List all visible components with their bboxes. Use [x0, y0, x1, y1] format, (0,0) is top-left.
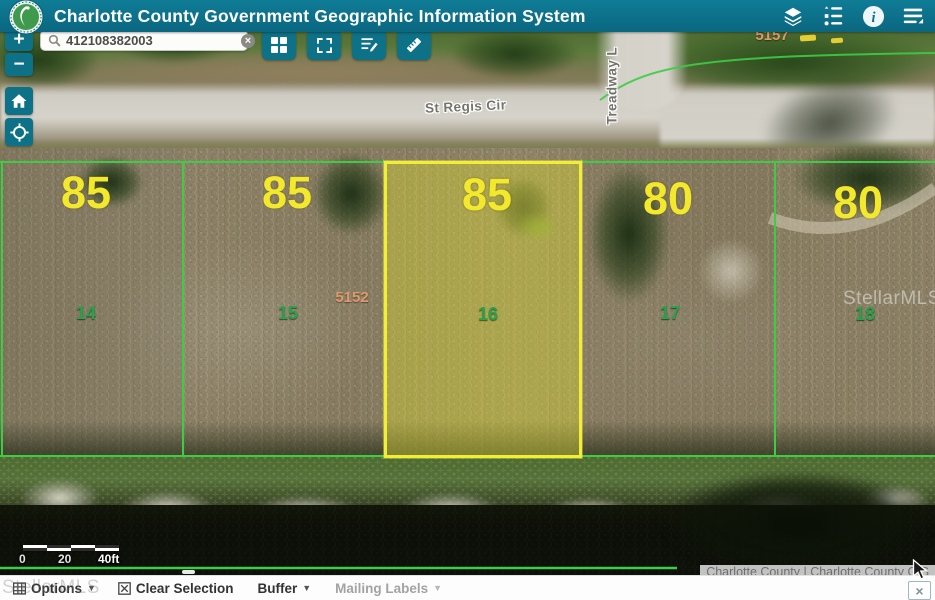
- table-grid-icon: [13, 582, 26, 595]
- charlotte-county-seal-logo: [8, 0, 44, 35]
- stellar-mls-watermark: StellarMLS: [843, 288, 935, 310]
- select-rectangle-icon: [317, 38, 332, 53]
- scrollbar-thumb[interactable]: [182, 570, 195, 574]
- parcel-width-label: 80: [613, 176, 723, 221]
- info-icon[interactable]: i: [861, 4, 885, 28]
- mailing-labels-menu-button[interactable]: Mailing Labels ▼: [335, 581, 442, 596]
- clear-search-icon[interactable]: ×: [241, 34, 255, 48]
- clear-selection-button[interactable]: Clear Selection: [118, 581, 234, 596]
- chevron-down-icon: ▼: [433, 583, 442, 593]
- selection-toolbar: Options ▼ Clear Selection Buffer ▼ Maili…: [0, 575, 935, 600]
- minus-icon: −: [13, 54, 24, 76]
- lot-number-label: 16: [458, 305, 518, 323]
- options-label: Options: [31, 581, 82, 596]
- basemap-gallery-button[interactable]: [262, 30, 296, 60]
- measure-button[interactable]: [397, 30, 431, 60]
- mailing-labels-label: Mailing Labels: [335, 581, 428, 596]
- chevron-down-icon: ▼: [302, 583, 311, 593]
- close-icon: ×: [915, 583, 923, 599]
- parcel-id-label: 5152: [317, 290, 387, 305]
- home-icon: [10, 92, 28, 110]
- measure-ruler-icon: [404, 35, 424, 55]
- parcel-width-label: 85: [232, 170, 342, 215]
- parcel-width-label: 85: [432, 172, 542, 217]
- legend-list-icon[interactable]: [821, 4, 845, 28]
- edit-attribute-list-button[interactable]: [352, 30, 386, 60]
- svg-text:i: i: [871, 9, 875, 25]
- parcel-width-label: 85: [31, 170, 141, 215]
- lot-number-label: 17: [640, 304, 700, 322]
- scale-bar: [23, 545, 119, 551]
- scale-tick: 20: [58, 552, 71, 566]
- gis-application-window: 85 85 85 80 80 14 15 16 17 18 5152 5157 …: [0, 0, 935, 600]
- menu-icon[interactable]: [901, 4, 925, 28]
- aerial-map-canvas[interactable]: 85 85 85 80 80 14 15 16 17 18 5152 5157 …: [0, 0, 935, 575]
- my-location-button[interactable]: [5, 118, 33, 146]
- lot-number-label: 14: [56, 304, 116, 322]
- scale-tick: 0: [19, 552, 26, 566]
- clear-selection-icon: [118, 582, 131, 595]
- close-panel-button[interactable]: ×: [908, 581, 931, 600]
- chevron-down-icon: ▼: [87, 583, 96, 593]
- app-header: Charlotte County Government Geographic I…: [0, 0, 935, 32]
- parcel-width-label: 80: [803, 180, 913, 225]
- edit-list-icon: [359, 36, 379, 54]
- buffer-label: Buffer: [257, 581, 297, 596]
- clipped-label-fragment: [831, 38, 843, 44]
- search-icon: [48, 34, 61, 47]
- select-by-rectangle-button[interactable]: [307, 30, 341, 60]
- home-extent-button[interactable]: [5, 87, 33, 115]
- clipped-label-fragment: [800, 34, 816, 41]
- app-title: Charlotte County Government Geographic I…: [54, 6, 586, 27]
- zoom-out-button[interactable]: −: [5, 53, 33, 76]
- buffer-menu-button[interactable]: Buffer ▼: [257, 581, 311, 596]
- basemap-grid-icon: [271, 37, 287, 53]
- locate-crosshair-icon: [10, 123, 29, 142]
- search-box: ×: [40, 30, 248, 51]
- map-attribution: Charlotte County | Charlotte County GIS: [700, 565, 935, 575]
- search-input[interactable]: [66, 33, 241, 48]
- options-menu-button[interactable]: Options ▼: [13, 581, 96, 596]
- clear-selection-label: Clear Selection: [136, 581, 234, 596]
- scale-tick: 40ft: [98, 552, 119, 566]
- lot-number-label: 15: [258, 304, 318, 322]
- layers-icon[interactable]: [781, 4, 805, 28]
